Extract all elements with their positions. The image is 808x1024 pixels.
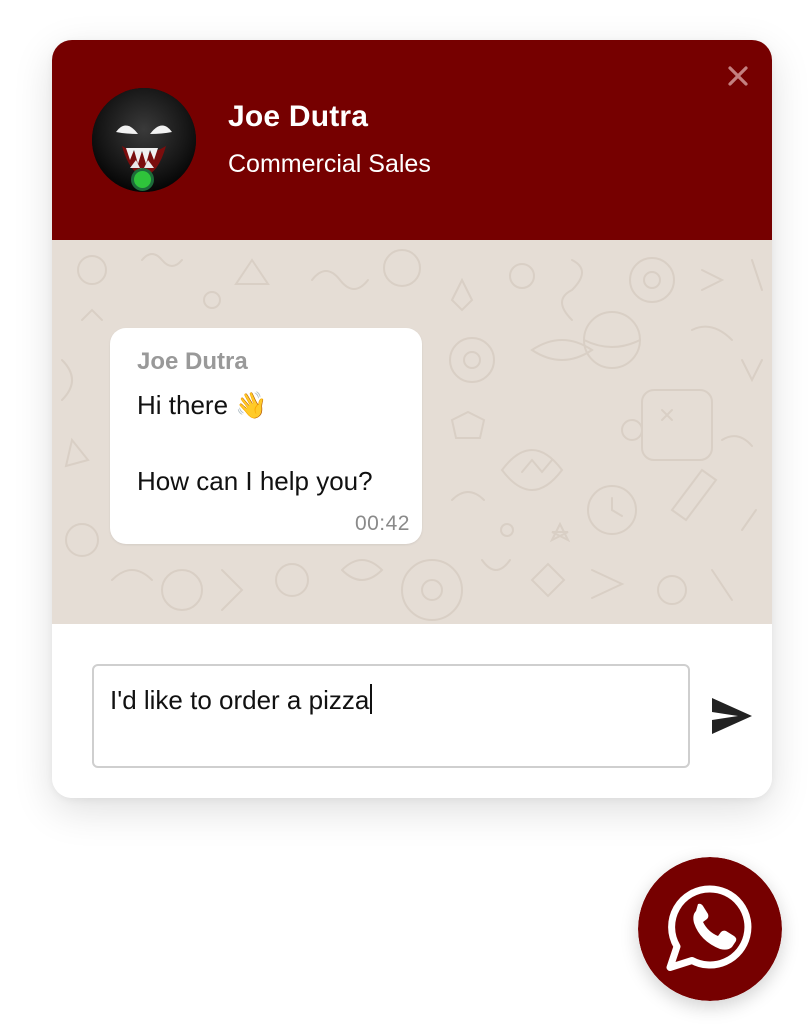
chat-area: Joe Dutra Hi there 👋 How can I help you?… bbox=[52, 240, 772, 624]
chat-header: Joe Dutra Commercial Sales bbox=[52, 40, 772, 240]
message-input[interactable]: I'd like to order a pizza bbox=[92, 664, 690, 768]
online-status-dot bbox=[131, 168, 154, 191]
message-input-text: I'd like to order a pizza bbox=[110, 685, 370, 715]
agent-role: Commercial Sales bbox=[228, 150, 431, 178]
message-author: Joe Dutra bbox=[137, 348, 248, 375]
message-timestamp: 00:42 bbox=[354, 512, 410, 535]
composer: I'd like to order a pizza bbox=[52, 624, 772, 798]
text-caret bbox=[370, 684, 373, 714]
message-text-line: How can I help you? bbox=[137, 466, 373, 496]
close-icon[interactable] bbox=[722, 60, 754, 92]
message-text-line: Hi there 👋 bbox=[137, 390, 268, 420]
send-icon[interactable] bbox=[708, 692, 756, 740]
agent-name: Joe Dutra bbox=[228, 100, 369, 133]
message-bubble: Joe Dutra Hi there 👋 How can I help you?… bbox=[110, 328, 422, 544]
whatsapp-launcher-button[interactable] bbox=[638, 857, 782, 1001]
chat-widget: Joe Dutra Commercial Sales Joe Dutra Hi … bbox=[52, 40, 772, 798]
